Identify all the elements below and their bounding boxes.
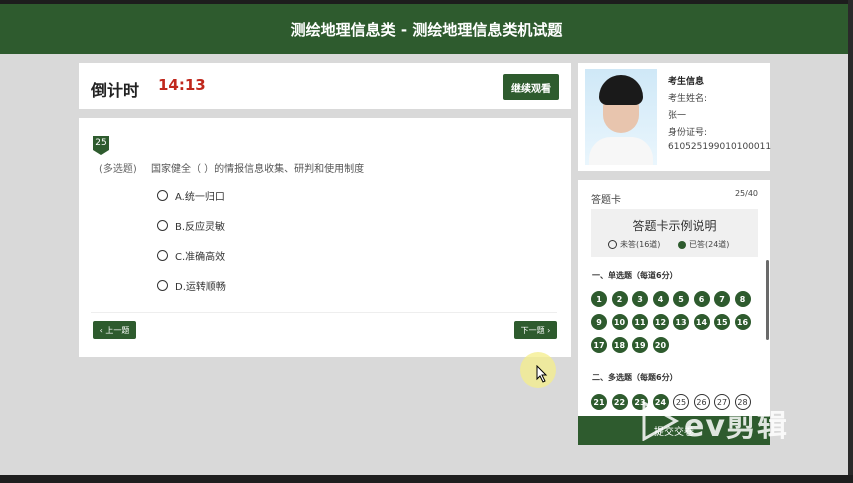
- option-label: A.统一归口: [175, 192, 225, 203]
- page-header: 测绘地理信息类 - 测绘地理信息类机试题: [0, 4, 853, 54]
- answer-card-number[interactable]: 8: [734, 291, 751, 307]
- answer-card-number[interactable]: 10: [611, 314, 628, 330]
- empty-circle-icon: [608, 240, 617, 249]
- candidate-photo: [585, 69, 657, 165]
- legend-answered-label: 已答(24道): [689, 240, 730, 249]
- watermark-text: ev剪辑: [684, 409, 788, 444]
- candidate-name-label: 考生姓名:: [668, 94, 708, 104]
- answer-card-number[interactable]: 19: [632, 337, 648, 353]
- option-label: C.准确高效: [175, 252, 226, 263]
- radio-icon[interactable]: [157, 220, 168, 231]
- option-label: B.反应灵敏: [175, 222, 226, 233]
- candidate-id-label: 身份证号:: [668, 128, 708, 138]
- answer-card-number[interactable]: 2: [611, 291, 628, 307]
- option-c[interactable]: C.准确高效: [157, 248, 225, 263]
- answer-card-number[interactable]: 12: [652, 314, 669, 330]
- answer-card-progress: 25/40: [734, 189, 758, 198]
- legend-answered: 已答(24道): [678, 239, 729, 250]
- answer-card-legend: 答题卡示例说明 未答(16道) 已答(24道): [591, 209, 758, 257]
- answer-card-title: 答题卡: [591, 195, 621, 206]
- next-question-button[interactable]: 下一题 ›: [514, 321, 557, 339]
- answer-card-number[interactable]: 1: [591, 291, 607, 307]
- answer-card-number[interactable]: 16: [734, 314, 751, 330]
- answer-card-number[interactable]: 13: [673, 314, 689, 330]
- question-number-tail: [93, 150, 109, 155]
- answer-card-number[interactable]: 3: [632, 291, 648, 307]
- section-single-choice-title: 一、单选题（每道6分）: [592, 271, 678, 280]
- countdown-value: 14:13: [158, 76, 206, 94]
- question-panel: 25 (多选题) 国家健全（ ）的情报信息收集、研判和使用制度 A.统一归口 B…: [79, 118, 571, 357]
- filled-circle-icon: [678, 240, 686, 249]
- countdown-panel: 倒计时 14:13 继续观看: [79, 63, 571, 109]
- candidate-id-value: 610525199010100011: [668, 142, 772, 152]
- answer-card-number[interactable]: 18: [611, 337, 628, 353]
- radio-icon[interactable]: [157, 250, 168, 261]
- answer-card-number[interactable]: 7: [714, 291, 730, 307]
- radio-icon[interactable]: [157, 280, 168, 291]
- answer-card-number[interactable]: 9: [591, 314, 607, 330]
- answer-card-number[interactable]: 6: [693, 291, 710, 307]
- option-d[interactable]: D.运转顺畅: [157, 278, 226, 293]
- answer-card-number[interactable]: 17: [591, 337, 607, 353]
- option-a[interactable]: A.统一归口: [157, 188, 225, 203]
- answer-card-scrollbar[interactable]: [766, 260, 769, 340]
- option-label: D.运转顺畅: [175, 282, 226, 293]
- question-text: 国家健全（ ）的情报信息收集、研判和使用制度: [151, 164, 365, 175]
- option-b[interactable]: B.反应灵敏: [157, 218, 225, 233]
- answer-card-number[interactable]: 14: [693, 314, 710, 330]
- candidate-info-panel: 考生信息 考生姓名: 张一 身份证号: 610525199010100011: [578, 63, 772, 171]
- page-title: 测绘地理信息类 - 测绘地理信息类机试题: [290, 20, 563, 39]
- section-multi-choice-title: 二、多选题（每题6分）: [592, 373, 678, 382]
- radio-icon[interactable]: [157, 190, 168, 201]
- continue-watching-button[interactable]: 继续观看: [503, 74, 559, 100]
- candidate-info-title: 考生信息: [668, 77, 705, 87]
- answer-card-number[interactable]: 21: [591, 394, 607, 410]
- answer-card-number[interactable]: 5: [673, 291, 689, 307]
- question-type: (多选题): [99, 164, 137, 175]
- answer-card-number[interactable]: 22: [611, 394, 628, 410]
- candidate-name-value: 张一: [668, 111, 687, 121]
- legend-title: 答题卡示例说明: [632, 219, 717, 233]
- question-number-badge: 25: [93, 136, 109, 150]
- prev-question-button[interactable]: ‹ 上一题: [93, 321, 136, 339]
- divider: [91, 312, 557, 313]
- right-edge-bar: [848, 0, 853, 483]
- legend-unanswered-label: 未答(16道): [620, 240, 661, 249]
- answer-card-number[interactable]: 20: [652, 337, 669, 353]
- play-icon: [642, 401, 680, 441]
- countdown-label: 倒计时: [91, 81, 140, 100]
- legend-unanswered: 未答(16道): [608, 239, 660, 250]
- answer-card-number[interactable]: 4: [652, 291, 669, 307]
- mouse-cursor-icon: [536, 365, 548, 383]
- bottom-edge-bar: [0, 475, 853, 483]
- answer-card-number[interactable]: 15: [714, 314, 730, 330]
- video-watermark: ev剪辑: [640, 399, 810, 444]
- answer-card-number[interactable]: 11: [632, 314, 648, 330]
